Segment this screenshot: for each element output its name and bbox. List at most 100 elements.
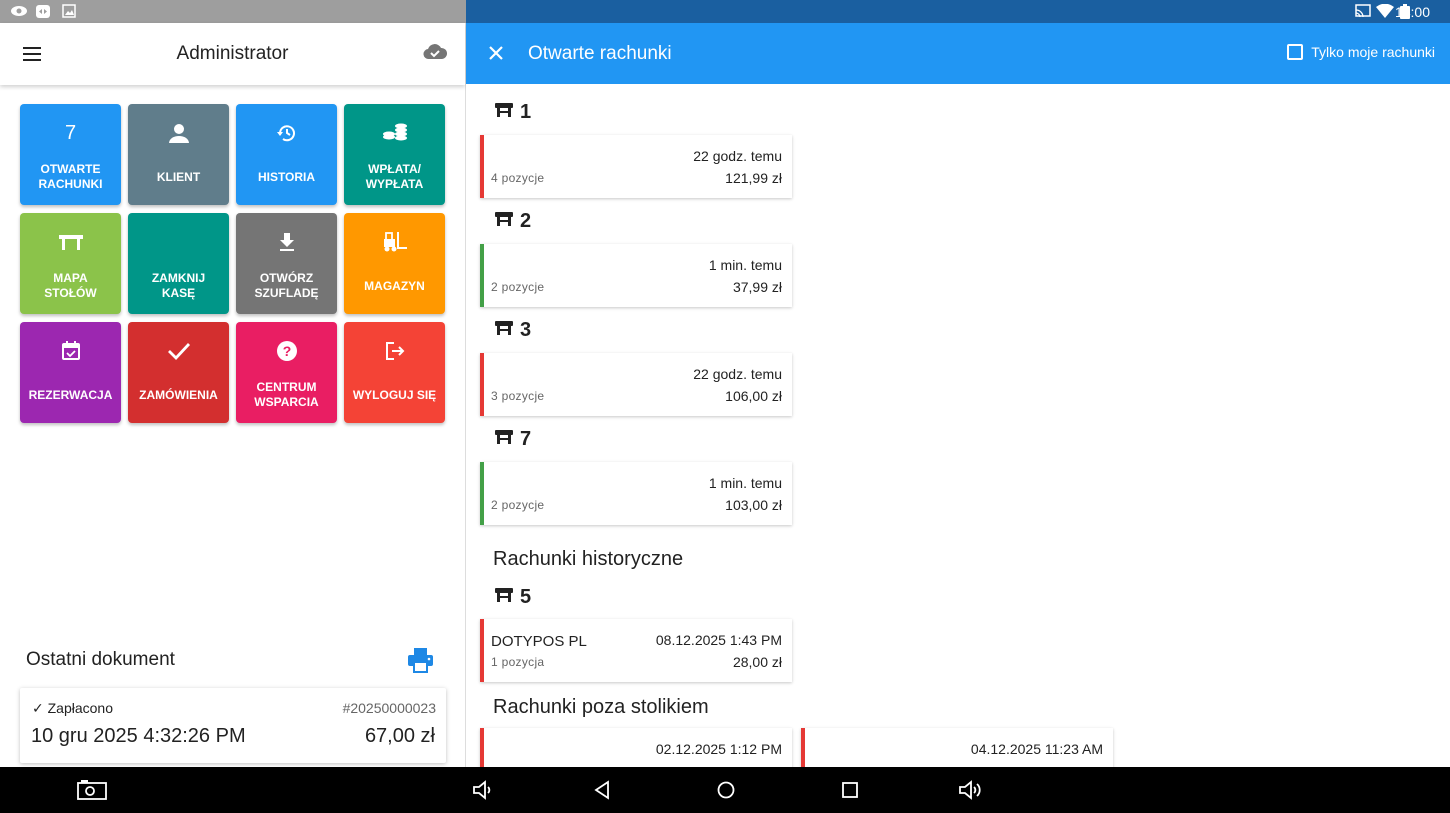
tile-klient[interactable]: KLIENT: [128, 104, 229, 205]
image-icon: [62, 4, 76, 18]
volume-up-icon[interactable]: [958, 779, 984, 801]
bill-time: 1 min. temu: [708, 475, 782, 491]
bill-amount: 28,00 zł: [732, 654, 782, 670]
last-document-card[interactable]: ✓ Zapłacono #20250000023 10 gru 2025 4:3…: [20, 688, 446, 763]
bill-amount: 103,00 zł: [725, 497, 782, 513]
table-group-header: 1: [494, 101, 531, 124]
table-icon: [494, 101, 520, 124]
tile-rezerwacja[interactable]: REZERWACJA: [20, 322, 121, 423]
bill-card[interactable]: 04.12.2025 11:23 AM: [801, 728, 1113, 767]
bill-time: 04.12.2025 11:23 AM: [970, 741, 1103, 757]
bill-card[interactable]: DOTYPOS PL 08.12.2025 1:43 PM 1 pozycja 28,…: [480, 619, 792, 682]
tile-centrum-wsparcia[interactable]: ? CENTRUM WSPARCIA: [236, 322, 337, 423]
clock: 14:00: [1394, 4, 1430, 20]
tile-label: ZAMKNIJ KASĘ: [151, 271, 206, 300]
bill-status-stripe: [480, 462, 484, 525]
tile-label: MAGAZYN: [364, 279, 425, 293]
document-date: 10 gru 2025 4:32:26 PM: [31, 725, 246, 747]
tile-otwarte-rachunki[interactable]: 7 OTWARTE RACHUNKI: [20, 104, 121, 205]
check-icon: [128, 339, 229, 363]
open-bills-header: Otwarte rachunki Tylko moje rachunki: [466, 23, 1450, 84]
screenshot-icon[interactable]: [77, 779, 107, 801]
status-bar-left: [0, 0, 466, 23]
bill-time: 1 min. temu: [708, 257, 782, 273]
tile-mapa-stołów[interactable]: MAPA STOŁÓW: [20, 213, 121, 314]
volume-down-icon[interactable]: [472, 779, 494, 801]
bill-items-count: 1 pozycja: [491, 655, 545, 669]
off-table-heading: Rachunki poza stolikiem: [493, 696, 709, 718]
document-amount: 67,00 zł: [364, 725, 435, 747]
bill-card[interactable]: 22 godz. temu 3 pozycje 106,00 zł: [480, 353, 792, 416]
tile-label: REZERWACJA: [28, 388, 113, 402]
only-mine-label: Tylko moje rachunki: [1311, 44, 1435, 60]
tile-label: KLIENT: [156, 170, 201, 184]
document-number: #20250000023: [342, 700, 436, 716]
bill-amount: 37,99 zł: [732, 279, 782, 295]
table-number: 7: [520, 428, 532, 450]
tile-label: OTWARTE RACHUNKI: [38, 162, 103, 191]
only-mine-toggle[interactable]: Tylko moje rachunki: [1287, 44, 1435, 60]
eye-icon: [11, 6, 27, 16]
close-icon[interactable]: [486, 43, 506, 63]
bill-name: DOTYPOS PL: [491, 633, 587, 650]
cloud-sync-icon[interactable]: [423, 42, 447, 60]
payment-status: ✓ Zapłacono: [32, 700, 113, 716]
bill-time: 02.12.2025 1:12 PM: [655, 741, 782, 757]
dashboard-pane: Administrator 7 OTWARTE RACHUNKI KLIENT HIS…: [0, 23, 466, 767]
table-number: 3: [520, 319, 532, 341]
home-icon[interactable]: [715, 779, 737, 801]
tile-otwórz-szufladę[interactable]: OTWÓRZ SZUFLADĘ: [236, 213, 337, 314]
tile-magazyn[interactable]: MAGAZYN: [344, 213, 445, 314]
last-document-title: Ostatni dokument: [26, 649, 175, 670]
bill-card[interactable]: 1 min. temu 2 pozycje 37,99 zł: [480, 244, 792, 307]
table-icon: [494, 428, 520, 451]
tile-zamówienia[interactable]: ZAMÓWIENIA: [128, 322, 229, 423]
bill-card[interactable]: 1 min. temu 2 pozycje 103,00 zł: [480, 462, 792, 525]
screen: 14:00 Administrator 7 OTWARTE RACHUNKI KLI…: [0, 0, 1450, 813]
help-icon: ?: [236, 339, 337, 363]
table-icon: [494, 210, 520, 233]
tile-icon-placeholder: [128, 230, 229, 254]
tile-label: MAPA STOŁÓW: [44, 271, 97, 300]
table-icon: [494, 586, 520, 609]
forklift-icon: [344, 230, 445, 254]
table-number: 5: [520, 586, 532, 608]
download-icon: [236, 230, 337, 254]
only-mine-checkbox[interactable]: [1287, 44, 1304, 60]
bill-items-count: 4 pozycje: [491, 171, 545, 185]
tile-label: WPŁATA/ WYPŁATA: [365, 162, 424, 191]
table-group-header: 2: [494, 210, 531, 233]
open-bills-pane: Otwarte rachunki Tylko moje rachunki 1 22…: [466, 23, 1450, 767]
bill-card[interactable]: 02.12.2025 1:12 PM: [480, 728, 792, 767]
bill-items-count: 2 pozycje: [491, 498, 545, 512]
print-icon[interactable]: [407, 647, 434, 673]
calendar-icon: [20, 339, 121, 363]
teamviewer-icon: [36, 5, 50, 18]
bill-card[interactable]: 22 godz. temu 4 pozycje 121,99 zł: [480, 135, 792, 198]
tile-label: WYLOGUJ SIĘ: [352, 388, 437, 402]
user-title: Administrator: [176, 43, 289, 64]
nav-bar: [0, 767, 1450, 813]
cast-icon: [1355, 4, 1371, 18]
bill-items-count: 2 pozycje: [491, 280, 545, 294]
tile-zamknij-kasę[interactable]: ZAMKNIJ KASĘ: [128, 213, 229, 314]
history-icon: [236, 121, 337, 145]
wifi-icon: [1376, 4, 1394, 18]
tile-wpłata-wypłata[interactable]: WPŁATA/ WYPŁATA: [344, 104, 445, 205]
back-icon[interactable]: [592, 779, 612, 801]
open-bills-count: 7: [64, 121, 77, 144]
table-group-header: 5: [494, 586, 531, 609]
panel-title: Otwarte rachunki: [528, 43, 672, 64]
tile-historia[interactable]: HISTORIA: [236, 104, 337, 205]
table-group-header: 3: [494, 319, 531, 342]
status-bar-right: 14:00: [466, 0, 1450, 23]
bill-status-stripe: [480, 619, 484, 682]
bill-time: 08.12.2025 1:43 PM: [655, 632, 782, 648]
tile-wyloguj-się[interactable]: WYLOGUJ SIĘ: [344, 322, 445, 423]
history-heading: Rachunki historyczne: [493, 548, 684, 570]
logout-icon: [344, 339, 445, 363]
dashboard-header: Administrator: [0, 23, 465, 85]
bill-items-count: 3 pozycje: [491, 389, 545, 403]
recents-icon[interactable]: [839, 779, 861, 801]
bill-status-stripe: [480, 728, 484, 767]
